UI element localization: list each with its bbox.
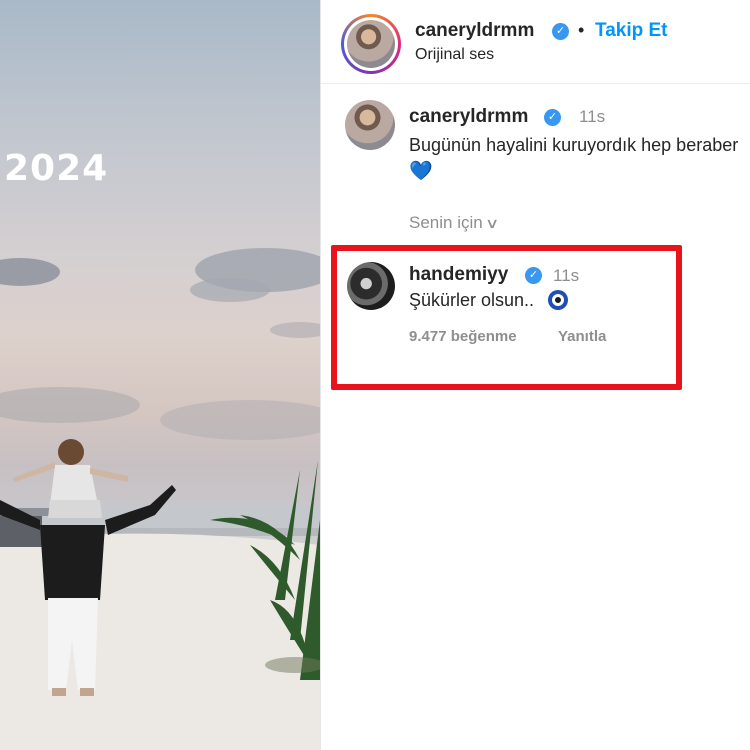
chevron-down-icon: ∨ xyxy=(484,215,500,231)
author-username[interactable]: caneryldrmm xyxy=(415,20,534,42)
reply-button[interactable]: Yanıtla xyxy=(558,328,606,345)
comment-avatar[interactable] xyxy=(347,262,395,310)
year-overlay-text: 2024 xyxy=(4,148,109,189)
separator-dot: • xyxy=(578,20,585,40)
verified-badge-icon: ✓ xyxy=(552,23,569,40)
comment-timestamp[interactable]: 11s xyxy=(579,107,605,127)
comment-text: Şükürler olsun.. xyxy=(409,290,569,311)
comment-text-body: Şükürler olsun.. xyxy=(409,290,535,310)
blue-heart-emoji-icon: 💙 xyxy=(409,161,433,182)
comment-username[interactable]: caneryldrmm xyxy=(409,106,528,128)
author-avatar-story-ring[interactable] xyxy=(341,14,401,74)
comments-filter-dropdown[interactable]: Senin için ∨ xyxy=(409,213,500,233)
beach-scene-illustration xyxy=(0,248,320,750)
filter-label: Senin için xyxy=(409,213,483,232)
post-header: caneryldrmm ✓ • Takip Et Orijinal ses xyxy=(321,0,750,84)
comment-text-body: Bugünün hayalini kuruyordık hep beraber xyxy=(409,135,739,155)
follow-button[interactable]: Takip Et xyxy=(595,20,668,42)
comment-timestamp[interactable]: 11s xyxy=(553,266,579,286)
comment-text: Bugünün hayalini kuruyordık hep beraber … xyxy=(409,132,739,185)
comment-like-count[interactable]: 9.477 beğenme xyxy=(409,328,517,345)
author-avatar xyxy=(347,20,395,68)
audio-label[interactable]: Orijinal ses xyxy=(415,46,494,64)
comment-avatar[interactable] xyxy=(345,100,395,150)
comment-username[interactable]: handemiyy xyxy=(409,264,508,286)
nazar-boncugu-icon xyxy=(548,290,569,310)
comments-panel: caneryldrmm ✓ • Takip Et Orijinal ses ca… xyxy=(321,0,750,750)
verified-badge-icon: ✓ xyxy=(525,267,542,284)
verified-badge-icon: ✓ xyxy=(544,109,561,126)
post-photo[interactable]: 2024 xyxy=(0,0,320,750)
